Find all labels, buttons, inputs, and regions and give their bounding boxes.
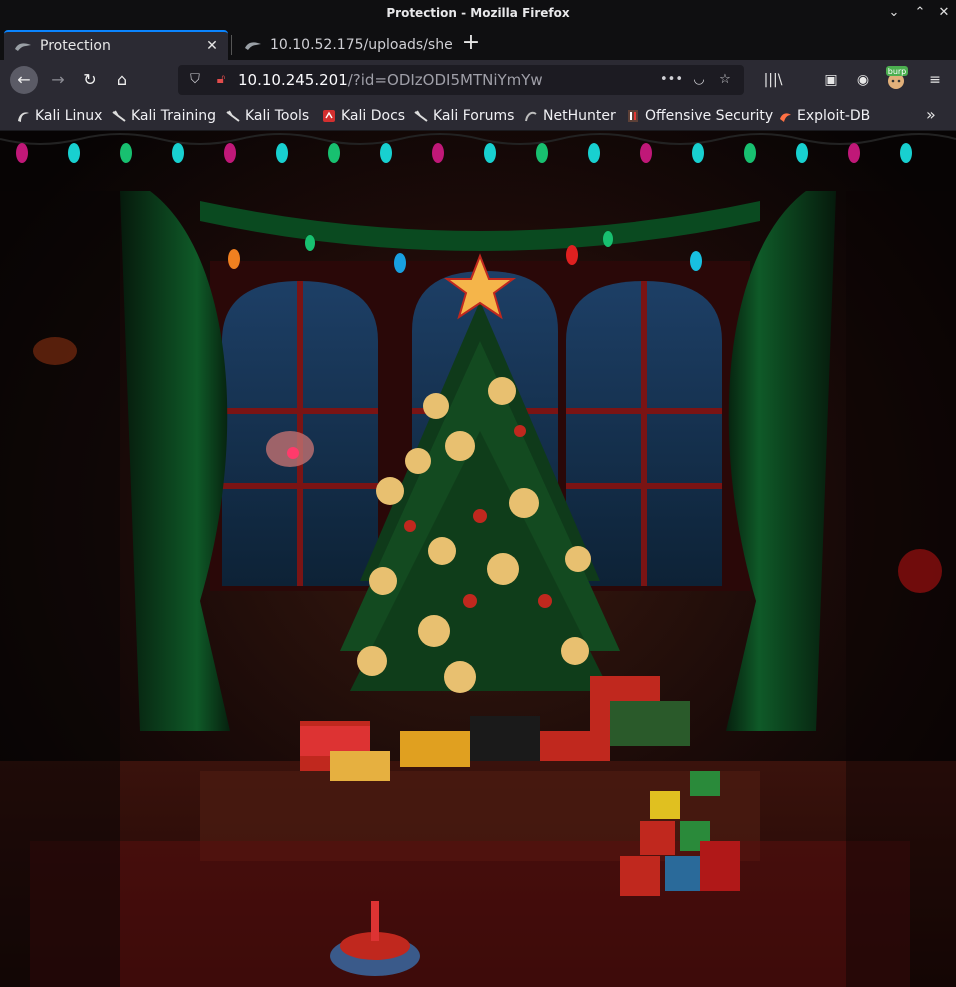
tab-divider — [231, 35, 232, 55]
new-tab-button[interactable]: + — [456, 30, 486, 58]
kali-dragon-icon — [226, 110, 240, 122]
home-button[interactable]: ⌂ — [108, 66, 136, 94]
page-content — [0, 131, 956, 987]
bookmark-label: Offensive Security — [645, 108, 774, 124]
kali-dragon-icon — [414, 110, 428, 122]
address-bar[interactable]: ⛉ 🔓︎ 10.10.245.201/?id=ODIzODI5MTNiYmYw … — [178, 65, 744, 95]
navigation-toolbar: ← → ↻ ⌂ ⛉ 🔓︎ 10.10.245.201/?id=ODIzODI5M… — [0, 60, 956, 100]
bookmark-exploit-db[interactable]: Exploit-DB — [778, 106, 870, 126]
url-text[interactable]: 10.10.245.201/?id=ODIzODI5MTNiYmYw — [238, 71, 543, 89]
reload-button[interactable]: ↻ — [76, 66, 104, 94]
bookmark-label: Exploit-DB — [797, 108, 871, 124]
tab-protection[interactable]: Protection ✕ — [4, 30, 228, 60]
kali-dragon-icon — [18, 112, 29, 122]
bookmark-kali-forums[interactable]: Kali Forums — [414, 106, 514, 126]
kali-favicon-icon — [15, 43, 31, 51]
bookmark-label: Kali Tools — [245, 108, 310, 124]
menu-hamburger-icon[interactable]: ≡ — [924, 70, 946, 90]
bookmark-nethunter[interactable]: NetHunter — [524, 106, 616, 126]
bookmark-label: Kali Forums — [433, 108, 515, 124]
christmas-scene-image — [0, 131, 956, 987]
tab-uploads[interactable]: 10.10.52.175/uploads/she — [234, 30, 452, 60]
insecure-lock-icon[interactable]: 🔓︎ — [212, 71, 230, 89]
title-bar: Protection - Mozilla Firefox ⌄ ⌃ ✕ — [0, 0, 956, 27]
kali-favicon-icon — [245, 42, 261, 50]
bookmark-kali-tools[interactable]: Kali Tools — [226, 106, 309, 126]
bookmark-label: NetHunter — [543, 108, 616, 124]
pocket-icon[interactable]: ◡ — [690, 71, 708, 89]
account-icon[interactable]: ◉ — [852, 70, 874, 90]
bookmarks-overflow-icon[interactable]: » — [926, 105, 936, 124]
tab-label: Protection — [40, 38, 111, 54]
close-tab-icon[interactable]: ✕ — [202, 38, 222, 54]
bookmark-label: Kali Training — [131, 108, 216, 124]
bookmark-kali-docs[interactable]: Kali Docs — [322, 106, 405, 126]
kali-docs-icon — [323, 110, 335, 122]
nethunter-icon — [525, 111, 537, 122]
close-window-icon[interactable]: ✕ — [934, 4, 954, 22]
url-host: 10.10.245.201 — [238, 71, 348, 89]
burp-extension-icon[interactable]: burp — [884, 64, 910, 92]
bookmark-kali-linux[interactable]: Kali Linux — [16, 106, 102, 126]
burp-face-icon: burp — [886, 66, 908, 89]
bookmark-offensive-security[interactable]: Offensive Security — [626, 106, 773, 126]
tab-label: 10.10.52.175/uploads/she — [270, 37, 452, 53]
bookmark-label: Kali Docs — [341, 108, 406, 124]
bookmarks-toolbar: Kali Linux Kali Training Kali Tools Kali… — [0, 100, 956, 131]
bookmark-star-icon[interactable]: ☆ — [716, 71, 734, 89]
bookmark-label: Kali Linux — [35, 108, 103, 124]
window-title: Protection - Mozilla Firefox — [386, 6, 570, 20]
bookmark-kali-training[interactable]: Kali Training — [112, 106, 216, 126]
rug — [30, 841, 910, 987]
back-button[interactable]: ← — [10, 66, 38, 94]
url-path: /?id=ODIzODI5MTNiYmYw — [347, 71, 543, 89]
sidebar-icon[interactable]: ▣ — [820, 70, 842, 90]
burp-badge: burp — [888, 67, 907, 76]
library-icon[interactable]: |||\ — [762, 70, 784, 90]
minimize-icon[interactable]: ⌄ — [884, 4, 904, 22]
offsec-icon — [628, 110, 638, 122]
maximize-icon[interactable]: ⌃ — [910, 4, 930, 22]
kali-dragon-icon — [112, 110, 126, 122]
exploitdb-icon — [780, 113, 791, 122]
forward-button[interactable]: → — [44, 66, 72, 94]
tracking-shield-icon[interactable]: ⛉ — [186, 71, 204, 89]
page-actions-icon[interactable]: ••• — [660, 71, 683, 89]
